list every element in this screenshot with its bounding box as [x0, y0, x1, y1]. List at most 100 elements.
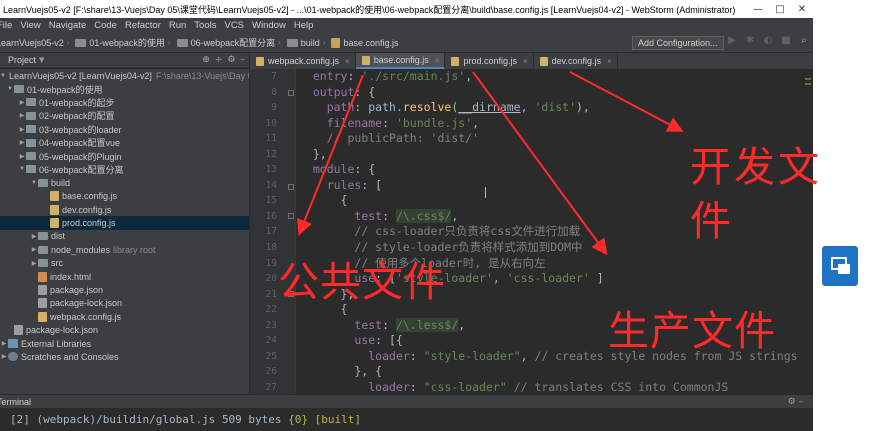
editor-tab[interactable]: webpack.config.js × — [250, 53, 356, 69]
collapse-arrow-icon[interactable]: ▶ — [30, 246, 38, 253]
breadcrumb-file[interactable]: base.config.js — [329, 37, 399, 48]
menu-vcs[interactable]: VCS — [220, 20, 248, 31]
stop-icon[interactable]: ■ — [780, 35, 792, 46]
menu-view[interactable]: View — [16, 20, 44, 31]
search-icon[interactable]: ⌕ — [798, 35, 810, 46]
expand-arrow-icon[interactable]: ▼ — [6, 86, 14, 92]
globe-icon[interactable]: ⊕ — [202, 55, 210, 65]
collapse-arrow-icon[interactable]: ▶ — [30, 260, 38, 267]
line-number: 11 — [265, 133, 277, 145]
menu-run[interactable]: Run — [165, 20, 190, 31]
menu-code[interactable]: Code — [90, 20, 121, 31]
fold-marker-icon[interactable] — [288, 184, 294, 190]
tree-item[interactable]: ▶ 03-webpack的loader — [0, 123, 249, 136]
minimize-button[interactable]: — — [747, 4, 769, 15]
collapse-arrow-icon[interactable]: ▶ — [18, 112, 26, 119]
code-line[interactable]: filename: 'bundle.js', — [297, 116, 813, 132]
tree-item[interactable]: prod.config.js — [0, 216, 249, 230]
tree-item[interactable]: package.json — [0, 283, 249, 296]
maximize-button[interactable]: □ — [769, 4, 791, 15]
code-line[interactable]: output: { — [297, 85, 813, 101]
collapse-arrow-icon[interactable]: ▶ — [30, 233, 38, 240]
window-overlay-icon — [838, 264, 850, 274]
menu-navigate[interactable]: Navigate — [45, 20, 91, 31]
tree-item-label: 06-webpack配置分离 — [39, 164, 124, 175]
fold-marker-icon[interactable] — [288, 90, 294, 96]
scroll-marker — [805, 83, 811, 85]
close-icon[interactable]: × — [345, 57, 350, 66]
tree-item[interactable]: ▶ src — [0, 256, 249, 269]
code-line[interactable]: path: path.resolve(__dirname, 'dist'), — [297, 100, 813, 116]
tree-item[interactable]: index.html — [0, 270, 249, 283]
chevron-right-icon: › — [66, 38, 70, 47]
settings-icon[interactable]: ⚙ — [227, 55, 235, 65]
tree-item[interactable]: dev.config.js — [0, 203, 249, 216]
editor-tab[interactable]: base.config.js × — [355, 53, 446, 69]
code-line[interactable]: loader: "css-loader" // translates CSS i… — [297, 380, 813, 394]
tree-item[interactable]: ▼ LearnVuejs05-v2 [LearnVuejs04-v2] F:\sha… — [0, 69, 258, 82]
tree-item[interactable]: ▶ 04-webpack配置vue — [0, 136, 249, 149]
expand-arrow-icon[interactable]: ▼ — [30, 180, 38, 186]
tree-item[interactable]: webpack.config.js — [0, 310, 249, 323]
collapse-arrow-icon[interactable]: ▶ — [18, 153, 26, 160]
fold-marker-icon[interactable] — [288, 213, 294, 219]
project-view-label[interactable]: Project — [8, 55, 36, 65]
editor-tab[interactable]: prod.config.js × — [445, 53, 534, 69]
menu-tools[interactable]: Tools — [190, 20, 220, 31]
breadcrumb-project[interactable]: LearnVuejs05-v2 › — [0, 38, 73, 48]
tree-item[interactable]: ▶ External Libraries — [0, 337, 249, 350]
settings-icon[interactable]: ⚙ – — [788, 397, 803, 407]
folder-icon — [38, 259, 48, 268]
expand-arrow-icon[interactable]: ▼ — [18, 166, 26, 172]
tree-item[interactable]: package-lock.json — [0, 323, 249, 336]
tree-item[interactable]: package-lock.json — [0, 297, 249, 310]
tree-item[interactable]: base.config.js — [0, 190, 249, 203]
tree-item[interactable]: ▶ 01-webpack的起步 — [0, 96, 249, 109]
hide-icon[interactable]: – — [241, 55, 246, 65]
editor-tab[interactable]: dev.config.js × — [534, 53, 618, 69]
breadcrumb-label: build — [300, 37, 320, 48]
tree-item[interactable]: ▶ dist — [0, 230, 249, 243]
menu-help[interactable]: Help — [290, 20, 318, 31]
breadcrumb-folder[interactable]: 06-webpack配置分离 › — [175, 36, 285, 49]
add-configuration-button[interactable]: Add Configuration... — [632, 36, 724, 50]
menu-file[interactable]: File — [0, 20, 16, 31]
folder-icon — [26, 152, 36, 161]
tree-item[interactable]: ▼ 06-webpack配置分离 — [0, 163, 249, 176]
terminal-tab[interactable]: Terminal — [0, 397, 31, 407]
code-line[interactable]: entry: './src/main.js', — [297, 69, 813, 85]
breadcrumb-label: 06-webpack配置分离 — [190, 38, 276, 48]
collapse-icon[interactable]: ÷ — [215, 55, 223, 65]
breadcrumb-folder[interactable]: build › — [285, 38, 330, 48]
tree-item[interactable]: ▶ Scratches and Consoles — [0, 350, 249, 363]
tree-item[interactable]: ▼ build — [0, 176, 249, 189]
run-icon[interactable]: ▶ — [726, 35, 738, 46]
chevron-down-icon[interactable]: ▼ — [39, 56, 44, 64]
expand-arrow-icon[interactable]: ▼ — [0, 73, 6, 79]
line-number: 26 — [265, 366, 277, 378]
collapse-arrow-icon[interactable]: ▶ — [0, 340, 8, 347]
tree-item[interactable]: ▶ node_modules library root — [0, 243, 249, 256]
close-button[interactable]: ✕ — [791, 4, 813, 15]
close-icon[interactable]: × — [523, 57, 528, 66]
tree-item-label: Scratches and Consoles — [21, 351, 119, 362]
line-number: 12 — [265, 148, 277, 160]
collapse-arrow-icon[interactable]: ▶ — [18, 99, 26, 106]
menu-window[interactable]: Window — [248, 20, 290, 31]
breadcrumb-folder[interactable]: 01-webpack的使用 › — [73, 36, 174, 49]
debug-icon[interactable]: ✱ — [744, 35, 756, 46]
tree-item[interactable]: ▼ 01-webpack的使用 — [0, 82, 249, 95]
collapse-arrow-icon[interactable]: ▶ — [18, 126, 26, 133]
menu-refactor[interactable]: Refactor — [121, 20, 165, 31]
window-title: LearnVuejs05-v2 [F:\share\13-Vuejs\Day 0… — [3, 4, 736, 15]
coverage-icon[interactable]: ◐ — [762, 35, 774, 46]
collapse-arrow-icon[interactable]: ▶ — [18, 139, 26, 146]
screen-capture-icon[interactable] — [822, 246, 858, 286]
code-line[interactable]: }, { — [297, 364, 813, 380]
close-icon[interactable]: × — [607, 57, 612, 66]
breadcrumb-label: 01-webpack的使用 — [89, 38, 165, 48]
tree-item[interactable]: ▶ 02-webpack的配置 — [0, 109, 249, 122]
collapse-arrow-icon[interactable]: ▶ — [0, 353, 8, 360]
close-icon[interactable]: × — [435, 56, 440, 65]
tree-item[interactable]: ▶ 05-webpack的Plugin — [0, 149, 249, 162]
